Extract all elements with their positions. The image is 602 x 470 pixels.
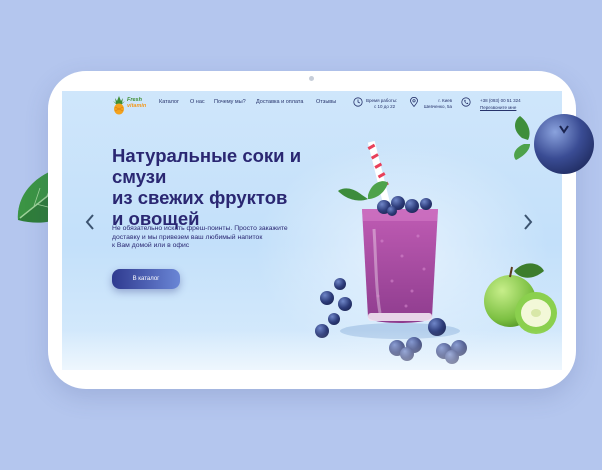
hero-illustration — [315, 140, 557, 364]
bottom-haze — [62, 330, 562, 370]
landing-page-screen: Fresh vitamin Каталог О нас Почему мы? Д… — [62, 91, 562, 370]
smoothie-glass — [362, 209, 438, 323]
mint-topping — [338, 181, 388, 201]
apples — [484, 263, 557, 334]
tablet-camera — [309, 76, 314, 81]
blueberry-decoration — [514, 114, 594, 174]
